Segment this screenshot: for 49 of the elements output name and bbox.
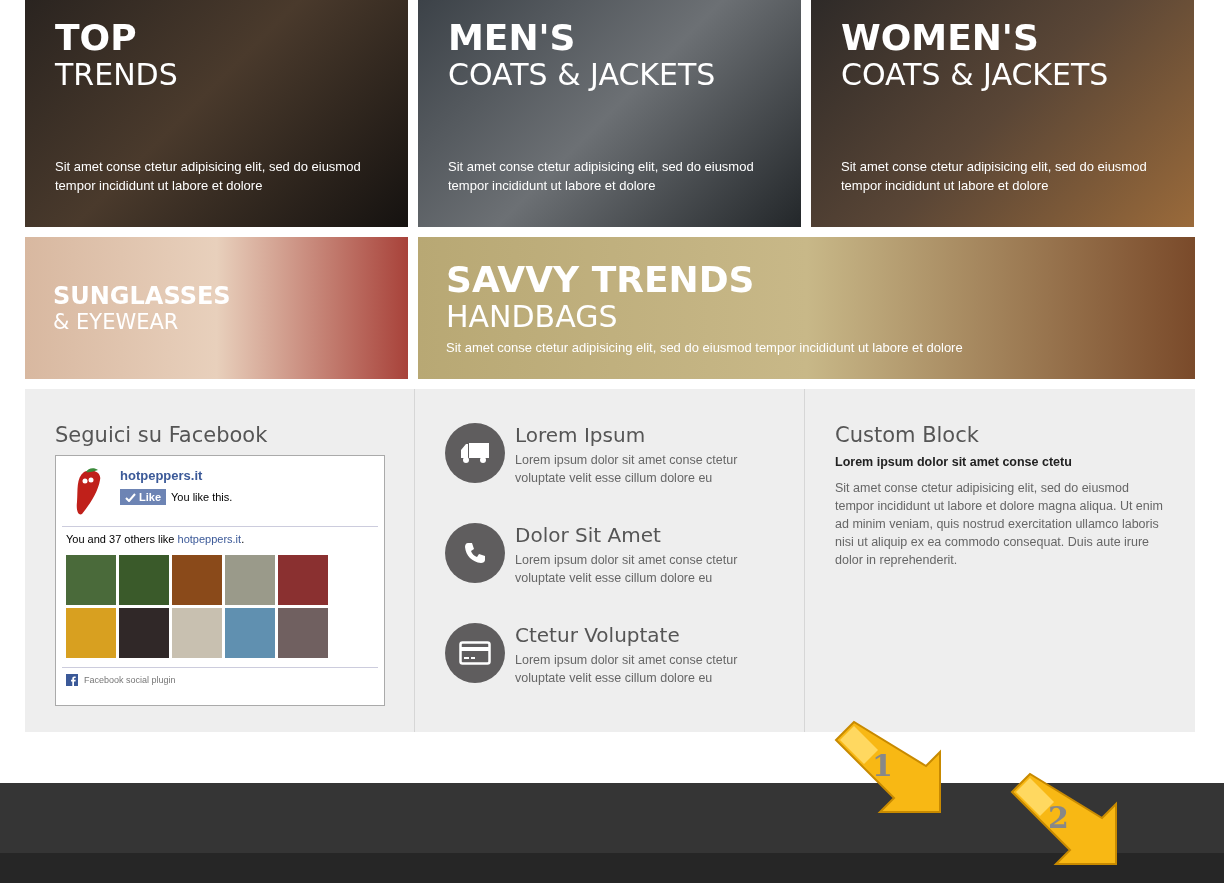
- photo-placeholder[interactable]: [172, 555, 222, 605]
- section-heading: Seguici su Facebook: [55, 423, 269, 447]
- banner-description: Sit amet conse ctetur adipisicing elit, sed do eiusmod tempor incididunt ut labore et dolore: [448, 158, 755, 195]
- plugin-label: Facebook social plugin: [84, 675, 176, 685]
- banner-subtitle: & EYEWEAR: [53, 310, 179, 334]
- promo-banner[interactable]: MEN'S COATS & JACKETS Sit amet conse ctetur adipisicing elit, sed do eiusmod tempor incididunt ut labore et dolore: [418, 0, 801, 227]
- photo-placeholder[interactable]: [172, 608, 222, 658]
- like-button[interactable]: Like: [120, 489, 166, 505]
- photo-placeholder[interactable]: [119, 555, 169, 605]
- step-number: 1: [872, 748, 893, 783]
- page-name-link[interactable]: hotpeppers.it: [120, 468, 233, 483]
- banner-description: Sit amet conse ctetur adipisicing elit, sed do eiusmod tempor incididunt ut labore et dolore: [841, 158, 1148, 195]
- facebook-icon: [66, 674, 78, 686]
- photo-placeholder[interactable]: [278, 555, 328, 605]
- photo-placeholder[interactable]: [119, 608, 169, 658]
- feature-title: Dolor Sit Amet: [515, 523, 662, 547]
- block-lead: Lorem ipsum dolor sit amet conse ctetu: [835, 455, 1073, 469]
- step-number: 2: [1048, 800, 1069, 835]
- banner-subtitle: COATS & JACKETS: [841, 58, 1109, 92]
- photo-placeholder[interactable]: [225, 608, 275, 658]
- photo-placeholder[interactable]: [66, 608, 116, 658]
- section-heading: Custom Block: [835, 423, 980, 447]
- feature-title: Ctetur Voluptate: [515, 623, 681, 647]
- credit-card-icon: [459, 641, 491, 665]
- banner-title: SAVVY TRENDS: [446, 259, 755, 300]
- photo-placeholder[interactable]: [278, 608, 328, 658]
- block-text: Sit amet conse ctetur adipisicing elit, sed do eiusmod tempor incididunt ut labore et dolore magna aliqua. Ut enim ad minim veniam, quis nostrud exercitation ullamco laboris nisi ut aliquip ex ea commodo consequat. Duis aute irure dolor in reprehenderit.: [835, 480, 1164, 569]
- banner-description: Sit amet conse ctetur adipisicing elit, sed do eiusmod tempor incididunt ut labore et dolore: [446, 338, 963, 357]
- banner-subtitle: COATS & JACKETS: [448, 58, 716, 92]
- feature-description: Lorem ipsum dolor sit amet conse ctetur voluptate velit esse cillum dolore eu: [515, 552, 739, 587]
- banner-subtitle: TRENDS: [55, 58, 178, 92]
- banner-title: SUNGLASSES: [53, 282, 231, 310]
- truck-icon: [460, 442, 490, 464]
- banner-title: MEN'S: [448, 18, 576, 58]
- feature-description: Lorem ipsum dolor sit amet conse ctetur voluptate velit esse cillum dolore eu: [515, 452, 739, 487]
- like-status: You like this.: [171, 491, 233, 503]
- feature-description: Lorem ipsum dolor sit amet conse ctetur voluptate velit esse cillum dolore eu: [515, 652, 739, 687]
- phone-icon: [463, 541, 487, 565]
- banner-title: TOP: [55, 18, 137, 58]
- photo-placeholder[interactable]: [66, 555, 116, 605]
- promo-banner[interactable]: TOP TRENDS Sit amet conse ctetur adipisicing elit, sed do eiusmod tempor incididunt ut labore et dolore: [25, 0, 408, 227]
- promo-banner[interactable]: WOMEN'S COATS & JACKETS Sit amet conse ctetur adipisicing elit, sed do eiusmod tempor incididunt ut labore et dolore: [811, 0, 1194, 227]
- check-icon: [125, 492, 136, 502]
- likes-summary: You and 37 others like hotpeppers.it.: [66, 533, 246, 545]
- banner-description: Sit amet conse ctetur adipisicing elit, sed do eiusmod tempor incididunt ut labore et dolore: [55, 158, 362, 195]
- feature-title: Lorem Ipsum: [515, 423, 647, 447]
- banner-subtitle: HANDBAGS: [446, 299, 618, 334]
- photo-placeholder[interactable]: [225, 555, 275, 605]
- banner-title: WOMEN'S: [841, 18, 1039, 58]
